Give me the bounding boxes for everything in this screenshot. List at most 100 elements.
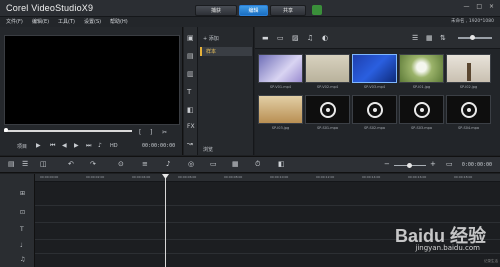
audio-clip-thumbnail[interactable] xyxy=(305,95,350,124)
media-clip-thumbnail[interactable] xyxy=(446,54,491,83)
mark-out-icon[interactable]: ] xyxy=(150,129,152,136)
project-info: 未命名 , 1920*1080 xyxy=(451,19,494,24)
list-view-icon[interactable]: ☰ xyxy=(412,34,418,42)
folder-sample[interactable]: 样本 xyxy=(200,47,252,56)
thumbnail-label: SP-S02.mpa xyxy=(363,126,386,130)
mark-in-icon[interactable]: [ xyxy=(139,129,141,136)
thumbnail-size-slider[interactable] xyxy=(458,37,492,39)
watermark-url: jingyan.baidu.com xyxy=(415,244,480,252)
voice-track-icon[interactable]: ♩ xyxy=(20,242,23,249)
ruler-tick-label: 00:00:18:00 xyxy=(454,175,473,179)
timeline-view-icon[interactable]: ☰ xyxy=(22,160,28,168)
path-icon[interactable]: ↝ xyxy=(187,140,193,148)
thumbnail-label: SP-V03.mp4 xyxy=(363,85,386,89)
thumbnail-label: SP-I02.jpg xyxy=(459,85,478,89)
filter-fx-icon[interactable]: FX xyxy=(187,123,195,130)
scrubber-handle[interactable] xyxy=(4,128,8,132)
subtitle-icon[interactable]: ▭ xyxy=(210,160,217,168)
audio-clip-thumbnail[interactable] xyxy=(399,95,444,124)
zoom-in-icon[interactable]: + xyxy=(430,160,436,168)
menu-file[interactable]: 文件(F) xyxy=(6,18,23,25)
thumbnail-label: SP-S01.mpa xyxy=(316,126,339,130)
multicam-icon[interactable]: ▦ xyxy=(232,160,239,168)
zoom-slider-handle[interactable] xyxy=(407,163,412,168)
video-filter-icon[interactable]: ▭ xyxy=(277,34,284,42)
auto-music-icon[interactable]: ♪ xyxy=(166,160,170,168)
end-icon[interactable]: ⏭ xyxy=(86,142,91,150)
title-icon[interactable]: T xyxy=(187,88,191,96)
audio-clip-thumbnail[interactable] xyxy=(446,95,491,124)
menu-help[interactable]: 帮助(H) xyxy=(110,18,128,25)
preview-screen[interactable] xyxy=(4,35,180,125)
thumbnail-label: SP-I01.jpg xyxy=(412,85,431,89)
graphic-icon[interactable]: ◧ xyxy=(187,106,194,114)
ruler-tick-label: 00:00:04:00 xyxy=(132,175,151,179)
mixer-icon[interactable]: ≡ xyxy=(142,160,148,168)
music-disc-icon xyxy=(413,101,430,118)
media-clip-thumbnail[interactable] xyxy=(399,54,444,83)
folder-icon[interactable]: ▬ xyxy=(262,34,269,42)
ruler-tick-label: 00:00:08:00 xyxy=(224,175,243,179)
tab-capture[interactable]: 捕获 xyxy=(195,5,237,16)
menu-tools[interactable]: 工具(T) xyxy=(58,18,75,25)
split-screen-icon[interactable]: ◧ xyxy=(278,160,285,168)
corner-tag: 记录生活 xyxy=(484,259,498,263)
split-icon[interactable]: ✂ xyxy=(162,129,167,136)
thumbnail-label: SP-S03.mpa xyxy=(410,126,433,130)
thumbnail-view-icon[interactable]: ▦ xyxy=(426,34,433,42)
audio-clip-thumbnail[interactable] xyxy=(352,95,397,124)
music-disc-icon xyxy=(319,101,336,118)
music-track-icon[interactable]: ♫ xyxy=(20,256,25,263)
undo-icon[interactable]: ↶ xyxy=(68,160,74,168)
speed-icon[interactable]: ⏱ xyxy=(255,160,260,169)
redo-icon[interactable]: ↷ xyxy=(90,160,96,168)
overlay-track-icon[interactable]: ⊡ xyxy=(20,209,25,216)
thumbnail-size-handle[interactable] xyxy=(470,35,475,40)
add-folder-button[interactable]: + 添加 xyxy=(203,35,219,42)
media-clip-thumbnail[interactable] xyxy=(352,54,397,83)
window-controls: — □ × xyxy=(458,3,494,10)
project-mode-label[interactable]: 项目 xyxy=(17,143,27,150)
play-icon[interactable]: ▶ xyxy=(36,142,41,149)
scrubber-track[interactable] xyxy=(4,130,132,132)
minimize-icon[interactable]: — xyxy=(463,3,469,10)
motion-tracking-icon[interactable]: ◎ xyxy=(188,160,194,168)
instant-project-icon[interactable]: ▤ xyxy=(187,52,194,60)
audio-filter-icon[interactable]: ♫ xyxy=(307,34,313,42)
start-icon[interactable]: ⏮ xyxy=(50,142,55,150)
storyboard-view-icon[interactable]: ▤ xyxy=(8,160,15,168)
next-frame-icon[interactable]: ▶ xyxy=(74,142,79,149)
preview-timecode[interactable]: 00:00:00:00 xyxy=(142,143,175,149)
track-manager-icon[interactable]: ◫ xyxy=(40,160,47,168)
transition-icon[interactable]: ▥ xyxy=(187,70,194,78)
close-icon[interactable]: × xyxy=(489,3,494,10)
record-icon[interactable]: ⊙ xyxy=(118,160,124,168)
tab-edit[interactable]: 编辑 xyxy=(239,5,268,16)
menu-edit[interactable]: 编辑(E) xyxy=(32,18,49,25)
media-icon[interactable]: ▣ xyxy=(187,34,194,42)
playhead[interactable] xyxy=(165,174,166,267)
hd-label[interactable]: HD xyxy=(110,143,118,149)
media-clip-thumbnail[interactable] xyxy=(258,54,303,83)
sort-order-icon[interactable]: ⇅ xyxy=(440,34,446,42)
menu-settings[interactable]: 设置(S) xyxy=(84,18,101,25)
fit-project-icon[interactable]: ▭ xyxy=(446,160,453,168)
prev-frame-icon[interactable]: ◀ xyxy=(62,142,67,149)
video-track-icon[interactable]: ⊞ xyxy=(20,190,25,197)
globe-icon[interactable] xyxy=(312,5,322,15)
folder-sample-label: 样本 xyxy=(206,49,217,55)
media-clip-thumbnail[interactable] xyxy=(258,95,303,124)
zoom-out-icon[interactable]: − xyxy=(384,160,390,168)
timeline-ruler[interactable] xyxy=(35,174,500,182)
track-divider xyxy=(35,253,500,254)
maximize-icon[interactable]: □ xyxy=(476,3,482,10)
sort-icon[interactable]: ◐ xyxy=(322,34,328,42)
title-track-icon[interactable]: T xyxy=(20,226,24,233)
tab-share[interactable]: 共享 xyxy=(270,5,306,16)
volume-icon[interactable]: ♪ xyxy=(98,142,102,149)
media-clip-thumbnail[interactable] xyxy=(305,54,350,83)
photo-filter-icon[interactable]: ▨ xyxy=(292,34,299,42)
browse-button[interactable]: 浏览 xyxy=(203,146,213,153)
menu-bar xyxy=(0,17,500,27)
timeline-timecode[interactable]: 0:00:00:00 xyxy=(462,162,492,168)
